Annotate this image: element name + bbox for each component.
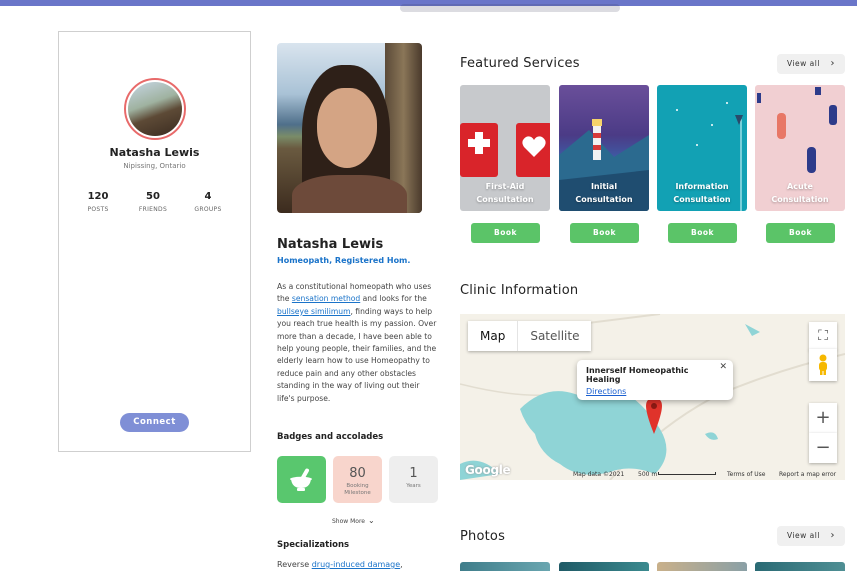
badge-years-label: Years <box>406 483 421 489</box>
chevron-down-icon: ⌄ <box>367 516 375 525</box>
badges-heading: Badges and accolades <box>277 432 384 442</box>
service-label-information: Information Consultation <box>673 182 731 204</box>
map-type-toggle: Map Satellite <box>468 321 592 351</box>
photo-thumbnail[interactable] <box>755 562 845 571</box>
spec-prefix: Reverse <box>277 560 312 569</box>
about-title: Homeopath, Registered Hom. <box>277 256 411 265</box>
report-map-error-link[interactable]: Report a map error <box>779 471 836 478</box>
profile-location: Nipissing, Ontario <box>123 162 186 170</box>
badge-years-value: 1 <box>409 466 418 481</box>
show-more-button[interactable]: Show More ⌄ <box>332 516 375 525</box>
map-tab[interactable]: Map <box>468 321 517 351</box>
stat-friends[interactable]: 50 FRIENDS <box>123 191 183 213</box>
photo-thumbnail[interactable] <box>657 562 747 571</box>
service-card-information[interactable]: Information Consultation <box>657 85 747 211</box>
stat-posts-label: POSTS <box>87 206 109 213</box>
popup-clinic-name: Innerself Homeopathic Healing <box>586 366 689 384</box>
terms-link[interactable]: Terms of Use <box>727 471 765 478</box>
clinic-information-heading: Clinic Information <box>460 283 579 298</box>
service-card-first-aid[interactable]: First-Aid Consultation <box>460 85 550 211</box>
stat-friends-label: FRIENDS <box>138 206 168 213</box>
map-data-label: Map data ©2021 <box>573 471 625 478</box>
photo-shirt <box>292 175 407 213</box>
photo-thumbnail[interactable] <box>559 562 649 571</box>
about-name: Natasha Lewis <box>277 237 384 252</box>
google-logo: Google <box>465 463 511 477</box>
book-button-acute[interactable]: Book <box>766 223 835 243</box>
badge-booking-milestone[interactable]: 80 Booking Milestone <box>333 456 382 503</box>
zoom-out-button[interactable]: − <box>809 433 837 463</box>
badge-years[interactable]: 1 Years <box>389 456 438 503</box>
bullseye-similimum-link[interactable]: bullseye similimum <box>277 307 350 316</box>
services-view-all-label: View all <box>787 59 820 68</box>
service-label-acute: Acute Consultation <box>771 182 829 204</box>
featured-services-heading: Featured Services <box>460 56 580 71</box>
stat-posts[interactable]: 120 POSTS <box>68 191 128 213</box>
photos-heading: Photos <box>460 529 506 544</box>
stat-friends-value: 50 <box>146 191 160 202</box>
bio-text-3: , finding ways to help you reach true he… <box>277 306 437 403</box>
profile-name: Natasha Lewis <box>109 146 200 159</box>
book-button-information[interactable]: Book <box>668 223 737 243</box>
stat-groups-value: 4 <box>204 191 212 202</box>
spec-suffix: , <box>400 560 403 569</box>
sensation-method-link[interactable]: sensation method <box>292 294 360 303</box>
satellite-tab[interactable]: Satellite <box>517 321 591 351</box>
stat-posts-value: 120 <box>87 191 109 202</box>
drug-induced-damage-link[interactable]: drug-induced damage <box>312 560 400 569</box>
book-button-first-aid[interactable]: Book <box>471 223 540 243</box>
avatar[interactable] <box>124 78 186 140</box>
mortar-pestle-icon <box>290 468 312 491</box>
pegman-figure <box>819 354 827 375</box>
chevron-right-icon: › <box>830 58 835 69</box>
avatar-image <box>128 82 182 136</box>
chevron-right-icon: › <box>830 530 835 541</box>
clinic-map[interactable]: Map Satellite ⛶ + − Innerself Homeopathi… <box>460 314 845 480</box>
service-label-first-aid: First-Aid Consultation <box>476 182 534 204</box>
profile-photo <box>277 43 422 213</box>
pegman-icon[interactable] <box>809 349 837 381</box>
specializations-heading: Specializations <box>277 540 350 550</box>
stat-groups[interactable]: 4 GROUPS <box>178 191 238 213</box>
about-bio: As a constitutional homeopath who uses t… <box>277 281 437 405</box>
profile-card: Natasha Lewis Nipissing, Ontario 120 POS… <box>58 31 251 452</box>
service-label-initial: Initial Consultation <box>575 182 633 204</box>
book-button-initial[interactable]: Book <box>570 223 639 243</box>
map-scale-label[interactable]: 500 m <box>638 471 657 478</box>
badge-booking-label: Booking Milestone <box>344 483 371 496</box>
badge-homeopathy[interactable] <box>277 456 326 503</box>
directions-link[interactable]: Directions <box>586 387 724 396</box>
photos-view-all-button[interactable]: View all › <box>777 526 845 546</box>
service-card-initial[interactable]: Initial Consultation <box>559 85 649 211</box>
photo-thumbnail[interactable] <box>460 562 550 571</box>
close-icon[interactable]: ✕ <box>719 362 727 372</box>
service-card-acute[interactable]: Acute Consultation <box>755 85 845 211</box>
stat-groups-label: GROUPS <box>194 206 222 213</box>
fullscreen-icon[interactable]: ⛶ <box>809 322 837 350</box>
photo-face <box>317 88 377 168</box>
show-more-label: Show More <box>332 518 365 525</box>
services-view-all-button[interactable]: View all › <box>777 54 845 74</box>
badge-booking-value: 80 <box>349 466 366 481</box>
specialization-item: Reverse drug-induced damage, <box>277 560 403 569</box>
connect-button[interactable]: Connect <box>120 413 189 432</box>
zoom-in-button[interactable]: + <box>809 403 837 433</box>
top-nav-shadow <box>400 4 620 12</box>
bio-text-2: and looks for the <box>360 294 427 304</box>
photos-view-all-label: View all <box>787 531 820 540</box>
map-scale-bar <box>658 472 716 475</box>
map-info-popup: Innerself Homeopathic Healing Directions… <box>577 360 733 400</box>
